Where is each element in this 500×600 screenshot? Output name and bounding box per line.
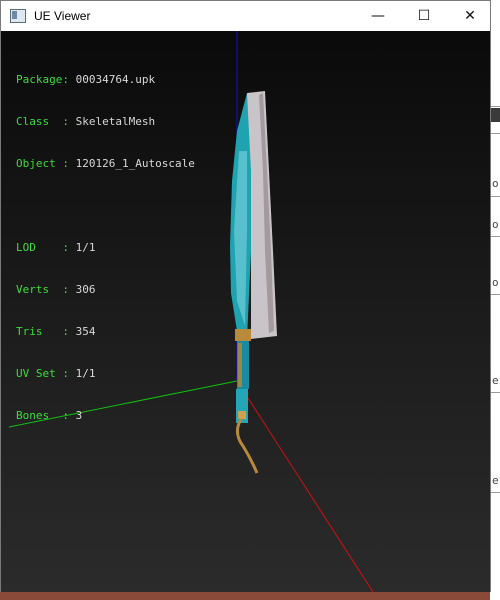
divider	[490, 236, 500, 237]
lod-label: LOD	[16, 241, 63, 254]
minimize-icon: —	[371, 8, 385, 24]
grip-wrap	[238, 343, 242, 387]
divider	[490, 196, 500, 197]
divider	[490, 392, 500, 393]
tris-value: 354	[75, 325, 96, 338]
window-title: UE Viewer	[34, 9, 91, 23]
object-value: 120126_1_Autoscale	[75, 157, 195, 170]
divider	[490, 106, 500, 107]
bones-value: 3	[75, 409, 83, 422]
background-glyph: o	[492, 276, 499, 289]
background-glyph: e	[492, 474, 499, 487]
verts-value: 306	[75, 283, 96, 296]
x-axis	[236, 380, 374, 592]
maximize-icon: ☐	[417, 8, 431, 24]
divider	[490, 294, 500, 295]
mesh-info-overlay: Package: 00034764.upk Class : SkeletalMe…	[16, 73, 195, 422]
lod-value: 1/1	[75, 241, 96, 254]
background-glyph: o	[492, 177, 499, 190]
divider-bar	[490, 108, 500, 122]
background-glyph: o	[492, 218, 499, 231]
package-label: Package	[16, 73, 63, 86]
ue-viewer-window: UE Viewer — ☐ ✕ Package: 00034764.upk Cl…	[0, 0, 491, 592]
uvset-value: 1/1	[75, 367, 96, 380]
object-label: Object	[16, 157, 63, 170]
tris-label: Tris	[16, 325, 63, 338]
verts-label: Verts	[16, 283, 63, 296]
package-value: 00034764.upk	[75, 73, 156, 86]
3d-viewport[interactable]: Package: 00034764.upk Class : SkeletalMe…	[1, 31, 490, 592]
title-bar[interactable]: UE Viewer — ☐ ✕	[1, 1, 490, 31]
background-window-strip: o o o e e	[490, 0, 500, 600]
guard	[235, 329, 251, 341]
class-label: Class	[16, 115, 63, 128]
divider	[490, 133, 500, 134]
pommel	[238, 411, 246, 419]
maximize-button[interactable]: ☐	[401, 1, 447, 31]
tassel	[236, 418, 259, 474]
minimize-button[interactable]: —	[355, 1, 401, 31]
background-glyph: e	[492, 374, 499, 387]
class-value: SkeletalMesh	[75, 115, 156, 128]
app-window-icon	[10, 9, 26, 23]
close-icon: ✕	[464, 8, 476, 24]
divider	[490, 492, 500, 493]
bones-label: Bones	[16, 409, 63, 422]
close-button[interactable]: ✕	[447, 1, 493, 31]
uvset-label: UV Set	[16, 367, 63, 380]
